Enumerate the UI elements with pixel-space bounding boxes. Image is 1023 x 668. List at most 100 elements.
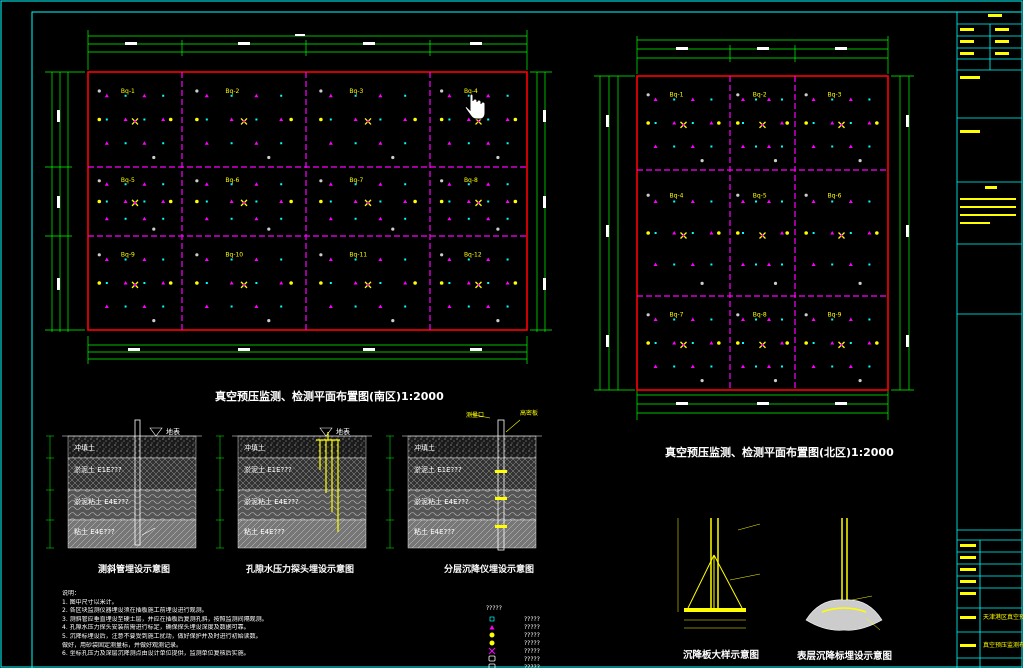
dot-marker-icon [773,159,778,163]
triangle-marker-icon [378,93,383,98]
square-marker-icon [124,217,127,220]
triangle-marker-icon [279,281,284,285]
square-marker-icon [404,183,407,186]
square-marker-icon [124,305,127,308]
soil-layer-label: 粘土 E4E??? [414,527,455,536]
zone-label: Bq-8 [464,177,478,184]
square-marker-icon [673,365,676,368]
star-marker-icon [439,117,444,122]
square-marker-icon [162,217,165,220]
square-marker-icon [448,282,451,284]
square-marker-icon [280,94,283,97]
dot-marker-icon [646,313,650,317]
triangle-marker-icon [254,93,259,98]
star-marker-icon [319,199,323,204]
square-marker-icon [755,365,757,368]
square-marker-icon [710,318,713,321]
legend-item: ????? [488,647,540,655]
triangle-marker-icon [353,117,358,121]
plate-label: 高密板 [520,409,538,417]
triangle-marker-icon [104,304,109,308]
square-marker-icon [831,263,834,266]
square-marker-icon [329,200,332,203]
square-marker-icon [812,122,815,124]
triangle-marker-icon [328,216,333,221]
section-diagrams: 冲填土淤泥土 E1E??? 淤泥粘土 E4E??? 粘土 E4E??? 测斜管埋设示意… [46,409,542,575]
square-marker-icon [673,145,676,148]
cross-marker-icon [475,199,482,207]
square-marker-icon [280,217,283,220]
triangle-marker-icon [104,93,109,98]
dot-marker-icon [152,319,156,323]
square-marker-icon [487,282,490,284]
dot-marker-icon [700,379,704,383]
star-marker-icon [439,281,444,285]
triangle-marker-icon [848,199,853,203]
triangle-marker-icon [142,257,147,261]
triangle-marker-icon [447,257,452,261]
triangle-marker-icon [505,281,510,285]
legend-circle-icon [489,640,495,646]
square-marker-icon [831,98,834,101]
square-marker-icon [781,263,783,266]
square-marker-icon [379,200,382,203]
star-marker-icon [168,281,173,285]
star-marker-icon [875,231,879,235]
triangle-marker-icon [229,199,234,203]
dot-marker-icon [391,155,395,160]
square-marker-icon [831,318,834,321]
triangle-marker-icon [505,199,510,203]
square-marker-icon [404,258,407,261]
triangle-marker-icon [767,144,771,148]
zone-label: Bq-5 [753,193,767,200]
square-marker-icon [329,282,332,284]
triangle-marker-icon [672,341,677,345]
triangle-marker-icon [161,117,166,121]
star-marker-icon [646,341,650,345]
zone-label: Bq-7 [670,312,684,319]
square-marker-icon [255,282,258,284]
cross-marker-icon [364,199,372,207]
triangle-marker-icon [811,97,816,101]
square-marker-icon [105,200,108,203]
triangle-marker-icon [254,141,259,145]
zone-label: Bq-11 [349,252,367,259]
square-marker-icon [354,217,357,220]
dot-marker-icon [700,281,704,285]
square-marker-icon [654,342,657,344]
legend-item: ????? [488,655,540,663]
square-marker-icon [162,183,165,186]
dot-marker-icon [496,155,500,160]
settlement-plate-detail: 沉降板大样示意图 [677,518,761,661]
square-marker-icon [230,94,233,97]
dot-marker-icon [97,89,101,93]
square-marker-icon [742,232,744,234]
square-marker-icon [487,118,490,121]
cad-drawing-canvas[interactable]: Bq-1 Bq-2 Bq-3 Bq-4Bq-5 Bq-6 Bq-7 Bq-8Bq-9 Bq-1… [0,0,1023,668]
square-marker-icon [710,145,713,148]
zone-label: Bq-2 [753,92,767,99]
triangle-marker-icon [830,341,835,345]
notes-line: 1. 图中尺寸以米计。 [62,598,118,606]
square-marker-icon [162,258,165,261]
dot-marker-icon [804,93,808,97]
star-marker-icon [513,281,518,285]
star-marker-icon [97,199,102,204]
square-marker-icon [691,122,694,124]
square-marker-icon [673,318,676,321]
square-marker-icon [448,118,451,121]
dot-marker-icon [97,179,101,183]
triangle-marker-icon [867,121,872,125]
design-notes: 说明： 1. 图中尺寸以米计。 2. 各区块监测仪器埋设须在插板施工前埋设进行观… [62,590,422,659]
triangle-marker-icon [653,317,658,321]
soil-layer-label: 冲填土 [74,443,95,452]
star-marker-icon [736,231,740,235]
star-marker-icon [785,121,789,125]
cross-marker-icon [131,117,139,125]
square-marker-icon [143,118,146,121]
triangle-marker-icon [378,182,383,186]
triangle-marker-icon [848,364,853,368]
cross-marker-icon [680,121,687,129]
dot-marker-icon [440,179,444,183]
dot-marker-icon [195,179,199,183]
